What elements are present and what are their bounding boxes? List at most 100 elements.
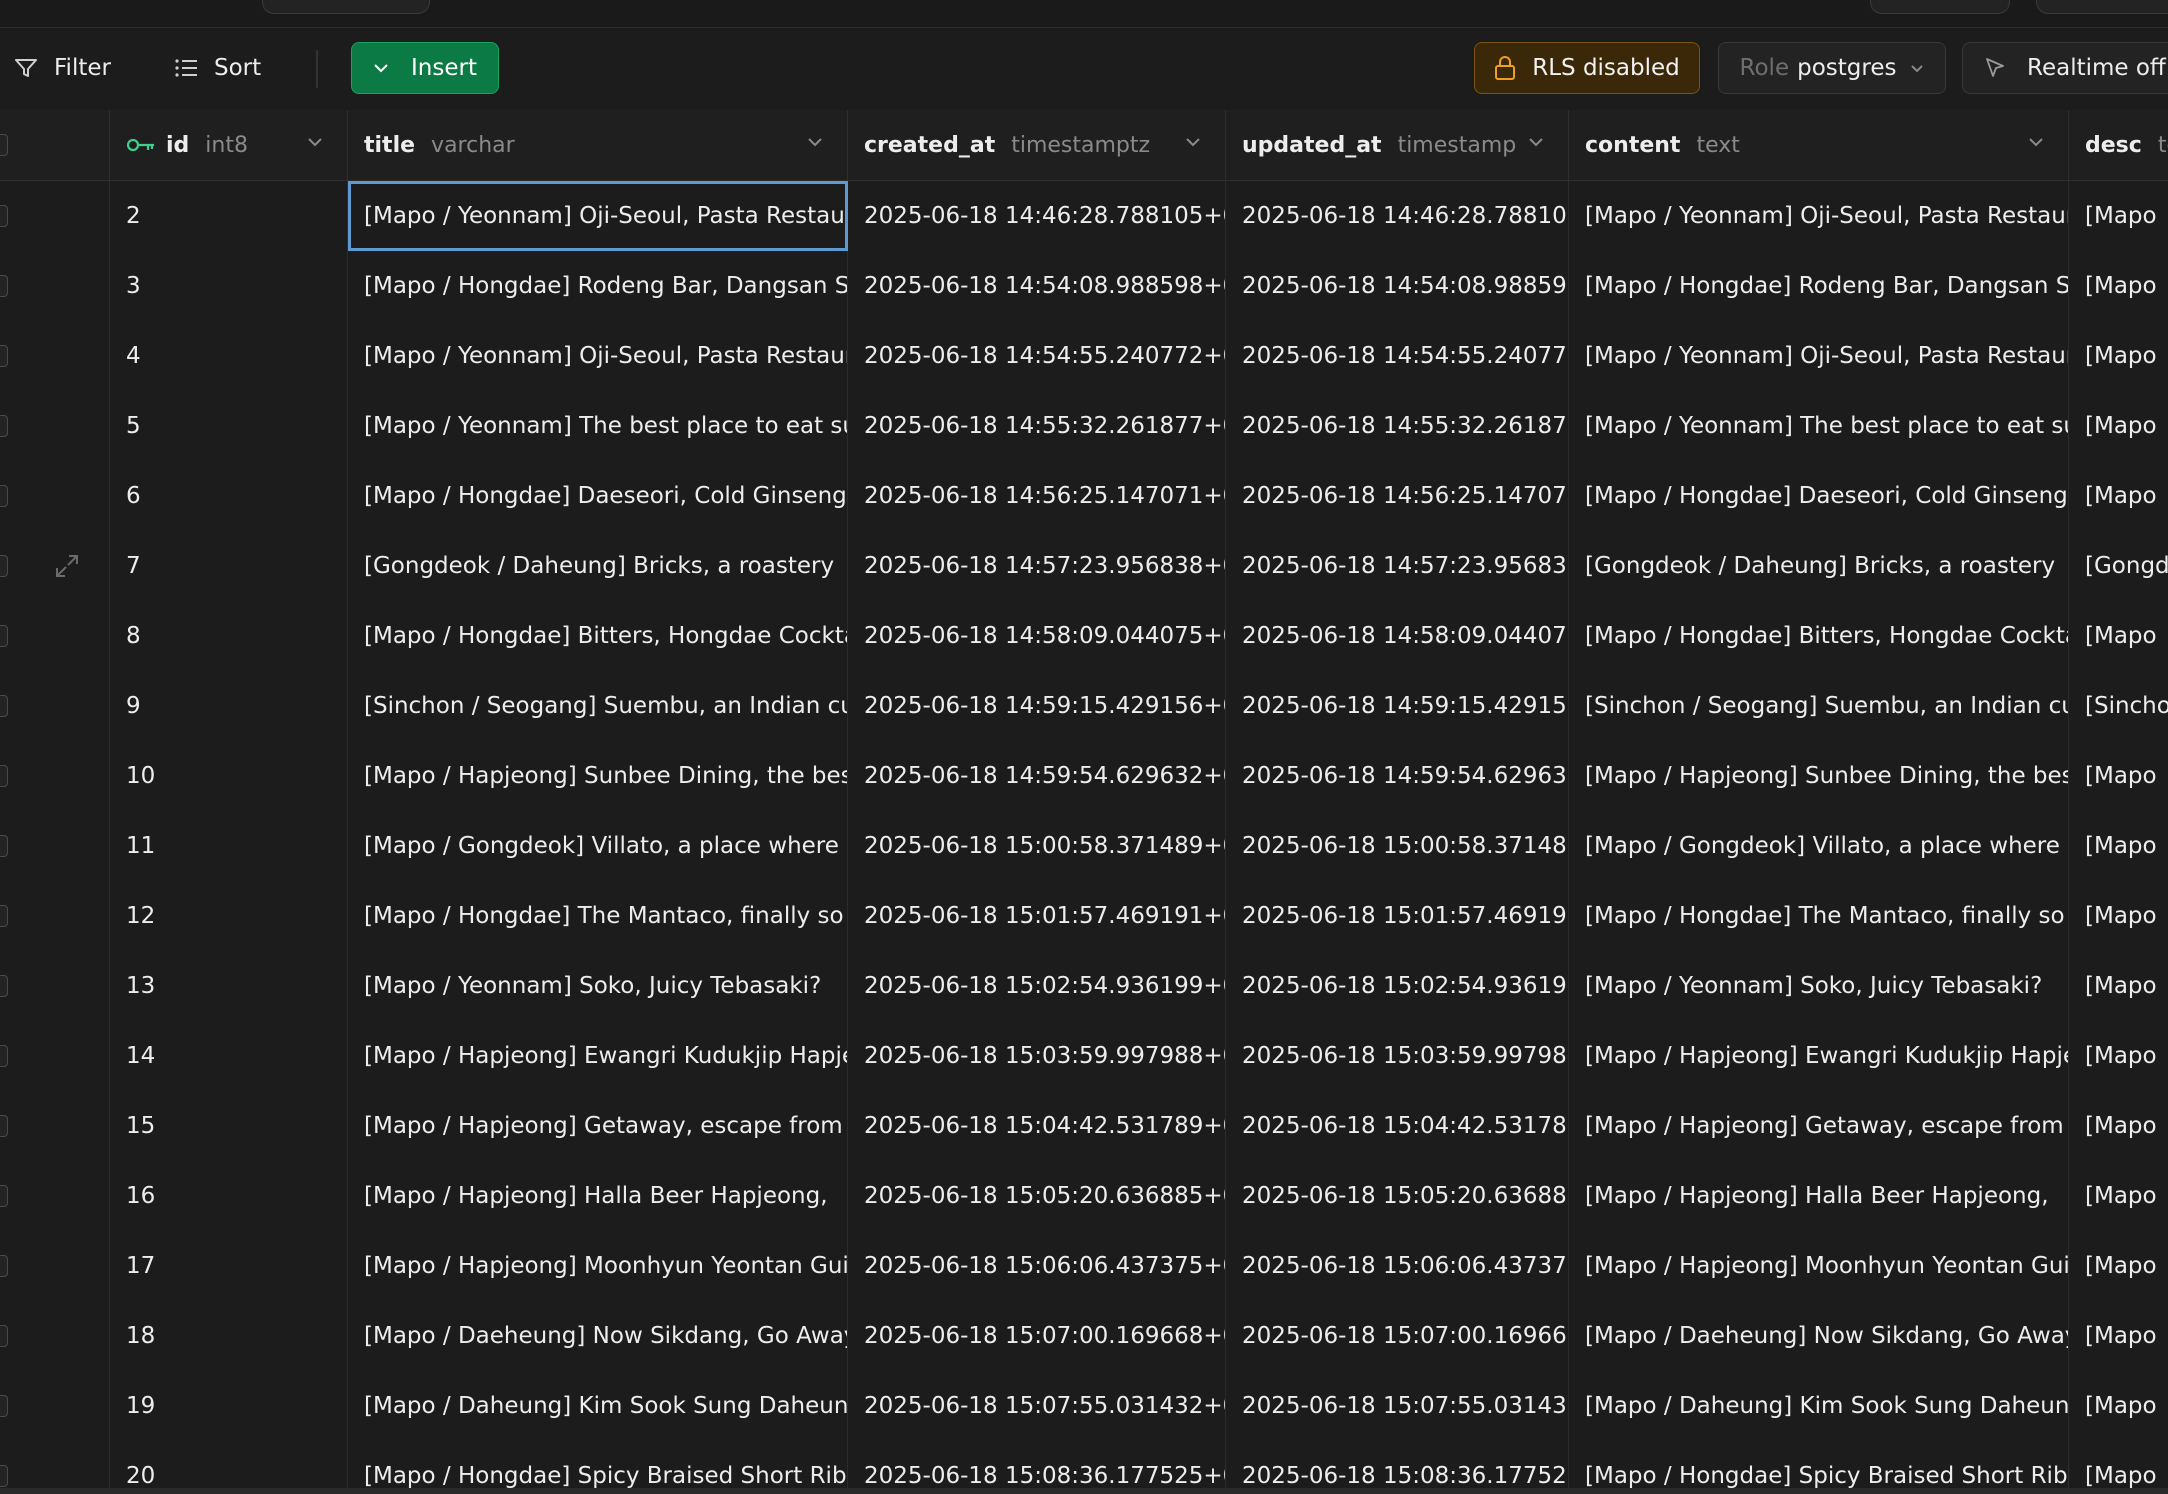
cell-title[interactable]: [Mapo / Hongdae] The Mantaco, finally so [348,881,848,951]
row-checkbox[interactable] [0,695,8,717]
table-row[interactable]: 16 [Mapo / Hapjeong] Halla Beer Hapjeong… [0,1161,2168,1232]
cell-updated-at[interactable]: 2025-06-18 14:46:28.788105 [1226,181,1569,251]
cell-title[interactable]: [Mapo / Daeheung] Now Sikdang, Go Away [348,1301,848,1371]
cell-updated-at[interactable]: 2025-06-18 15:03:59.997988 [1226,1021,1569,1091]
cell-desc[interactable]: [Mapo [2069,1301,2168,1371]
cell-title[interactable]: [Mapo / Hapjeong] Moonhyun Yeontan Gui [348,1231,848,1301]
cell-desc[interactable]: [Mapo [2069,601,2168,671]
row-checkbox[interactable] [0,555,8,577]
cell-title[interactable]: [Mapo / Yeonnam] Oji-Seoul, Pasta Restau… [348,181,848,251]
cell-title[interactable]: [Mapo / Hongdae] Spicy Braised Short Rib… [348,1441,848,1492]
cell-updated-at[interactable]: 2025-06-18 14:54:55.240772 [1226,321,1569,391]
cell-content[interactable]: [Sinchon / Seogang] Suembu, an Indian cu… [1569,671,2069,741]
cell-content[interactable]: [Mapo / Hongdae] Rodeng Bar, Dangsan Spo… [1569,251,2069,321]
cell-title[interactable]: [Mapo / Yeonnam] Soko, Juicy Tebasaki? [348,951,848,1021]
cell-title[interactable]: [Mapo / Hapjeong] Ewangri Kudukjip Hapje… [348,1021,848,1091]
cell-content[interactable]: [Mapo / Hapjeong] Sunbee Dining, the bes… [1569,741,2069,811]
table-row[interactable]: 14 [Mapo / Hapjeong] Ewangri Kudukjip Ha… [0,1021,2168,1092]
cell-id[interactable]: 3 [110,251,348,321]
cell-id[interactable]: 9 [110,671,348,741]
cell-title[interactable]: [Mapo / Hapjeong] Getaway, escape from [348,1091,848,1161]
cell-desc[interactable]: [Mapo [2069,1161,2168,1231]
row-checkbox[interactable] [0,625,8,647]
table-row[interactable]: 18 [Mapo / Daeheung] Now Sikdang, Go Awa… [0,1301,2168,1372]
table-row[interactable]: 10 [Mapo / Hapjeong] Sunbee Dining, the … [0,741,2168,812]
cell-updated-at[interactable]: 2025-06-18 14:59:15.429156 [1226,671,1569,741]
cell-created-at[interactable]: 2025-06-18 14:59:15.429156+00 [848,671,1226,741]
table-row[interactable]: 13 [Mapo / Yeonnam] Soko, Juicy Tebasaki… [0,951,2168,1022]
cell-id[interactable]: 17 [110,1231,348,1301]
cell-created-at[interactable]: 2025-06-18 15:05:20.636885+00 [848,1161,1226,1231]
cell-updated-at[interactable]: 2025-06-18 14:56:25.147071 [1226,461,1569,531]
cell-id[interactable]: 10 [110,741,348,811]
table-row[interactable]: 3 [Mapo / Hongdae] Rodeng Bar, Dangsan S… [0,251,2168,322]
cell-updated-at[interactable]: 2025-06-18 15:06:06.437375 [1226,1231,1569,1301]
row-checkbox[interactable] [0,905,8,927]
cell-id[interactable]: 20 [110,1441,348,1492]
cell-title[interactable]: [Mapo / Yeonnam] The best place to eat s… [348,391,848,461]
cell-content[interactable]: [Mapo / Yeonnam] The best place to eat s… [1569,391,2069,461]
chevron-down-icon[interactable] [2028,137,2044,147]
cell-desc[interactable]: [Mapo [2069,811,2168,881]
cell-title[interactable]: [Mapo / Gongdeok] Villato, a place where [348,811,848,881]
row-checkbox[interactable] [0,1395,8,1417]
cell-desc[interactable]: [Sincho [2069,671,2168,741]
table-row[interactable]: 7 [Gongdeok / Daheung] Bricks, a roaster… [0,531,2168,602]
cell-created-at[interactable]: 2025-06-18 15:01:57.469191+00 [848,881,1226,951]
table-row[interactable]: 4 [Mapo / Yeonnam] Oji-Seoul, Pasta Rest… [0,321,2168,392]
cell-content[interactable]: [Mapo / Hongdae] Daeseori, Cold Ginseng [1569,461,2069,531]
cell-created-at[interactable]: 2025-06-18 14:57:23.956838+00 [848,531,1226,601]
chevron-down-icon[interactable] [807,137,823,147]
cell-created-at[interactable]: 2025-06-18 15:03:59.997988+00 [848,1021,1226,1091]
chevron-down-icon[interactable] [1528,137,1544,147]
row-checkbox[interactable] [0,1465,8,1487]
cell-updated-at[interactable]: 2025-06-18 14:55:32.261877 [1226,391,1569,461]
cell-desc[interactable]: [Mapo [2069,1441,2168,1492]
cell-id[interactable]: 8 [110,601,348,671]
cell-title[interactable]: [Mapo / Daheung] Kim Sook Sung Daheung [348,1371,848,1441]
cell-id[interactable]: 7 [110,531,348,601]
cell-updated-at[interactable]: 2025-06-18 14:57:23.956838 [1226,531,1569,601]
table-row[interactable]: 9 [Sinchon / Seogang] Suembu, an Indian … [0,671,2168,742]
cell-desc[interactable]: [Mapo [2069,321,2168,391]
row-checkbox[interactable] [0,1255,8,1277]
cell-id[interactable]: 6 [110,461,348,531]
cell-content[interactable]: [Mapo / Gongdeok] Villato, a place where [1569,811,2069,881]
cell-created-at[interactable]: 2025-06-18 15:07:55.031432+00 [848,1371,1226,1441]
insert-button[interactable]: Insert [351,42,499,94]
cell-content[interactable]: [Mapo / Hongdae] The Mantaco, finally so [1569,881,2069,951]
expand-row-icon[interactable] [54,553,80,579]
cell-updated-at[interactable]: 2025-06-18 15:04:42.531789 [1226,1091,1569,1161]
row-checkbox[interactable] [0,1115,8,1137]
cell-created-at[interactable]: 2025-06-18 14:46:28.788105+00 [848,181,1226,251]
cell-updated-at[interactable]: 2025-06-18 14:54:08.988598 [1226,251,1569,321]
row-checkbox[interactable] [0,275,8,297]
cell-updated-at[interactable]: 2025-06-18 15:05:20.636885 [1226,1161,1569,1231]
cell-id[interactable]: 2 [110,181,348,251]
cell-content[interactable]: [Mapo / Hapjeong] Moonhyun Yeontan Gui [1569,1231,2069,1301]
sort-button[interactable]: Sort [174,42,261,94]
cell-created-at[interactable]: 2025-06-18 14:55:32.261877+00 [848,391,1226,461]
table-row[interactable]: 20 [Mapo / Hongdae] Spicy Braised Short … [0,1441,2168,1492]
cell-desc[interactable]: [Gongd [2069,531,2168,601]
column-header-content[interactable]: content text [1569,110,2069,180]
cell-created-at[interactable]: 2025-06-18 15:06:06.437375+00 [848,1231,1226,1301]
cell-created-at[interactable]: 2025-06-18 15:00:58.371489+00 [848,811,1226,881]
cell-created-at[interactable]: 2025-06-18 15:07:00.169668+00 [848,1301,1226,1371]
chevron-down-icon[interactable] [307,137,323,147]
top-action-pill[interactable] [1870,0,2010,14]
cell-desc[interactable]: [Mapo [2069,1371,2168,1441]
cell-updated-at[interactable]: 2025-06-18 14:59:54.629632 [1226,741,1569,811]
cell-content[interactable]: [Mapo / Yeonnam] Oji-Seoul, Pasta Restau… [1569,181,2069,251]
column-header-id[interactable]: id int8 [110,110,348,180]
row-checkbox[interactable] [0,1325,8,1347]
cell-updated-at[interactable]: 2025-06-18 15:02:54.936199 [1226,951,1569,1021]
cell-content[interactable]: [Gongdeok / Daheung] Bricks, a roastery [1569,531,2069,601]
cell-id[interactable]: 13 [110,951,348,1021]
cell-content[interactable]: [Mapo / Hapjeong] Ewangri Kudukjip Hapje… [1569,1021,2069,1091]
cell-desc[interactable]: [Mapo [2069,461,2168,531]
table-row[interactable]: 8 [Mapo / Hongdae] Bitters, Hongdae Cock… [0,601,2168,672]
cell-updated-at[interactable]: 2025-06-18 14:58:09.044075 [1226,601,1569,671]
cell-created-at[interactable]: 2025-06-18 15:08:36.177525+00 [848,1441,1226,1492]
cell-title[interactable]: [Sinchon / Seogang] Suembu, an Indian cu… [348,671,848,741]
